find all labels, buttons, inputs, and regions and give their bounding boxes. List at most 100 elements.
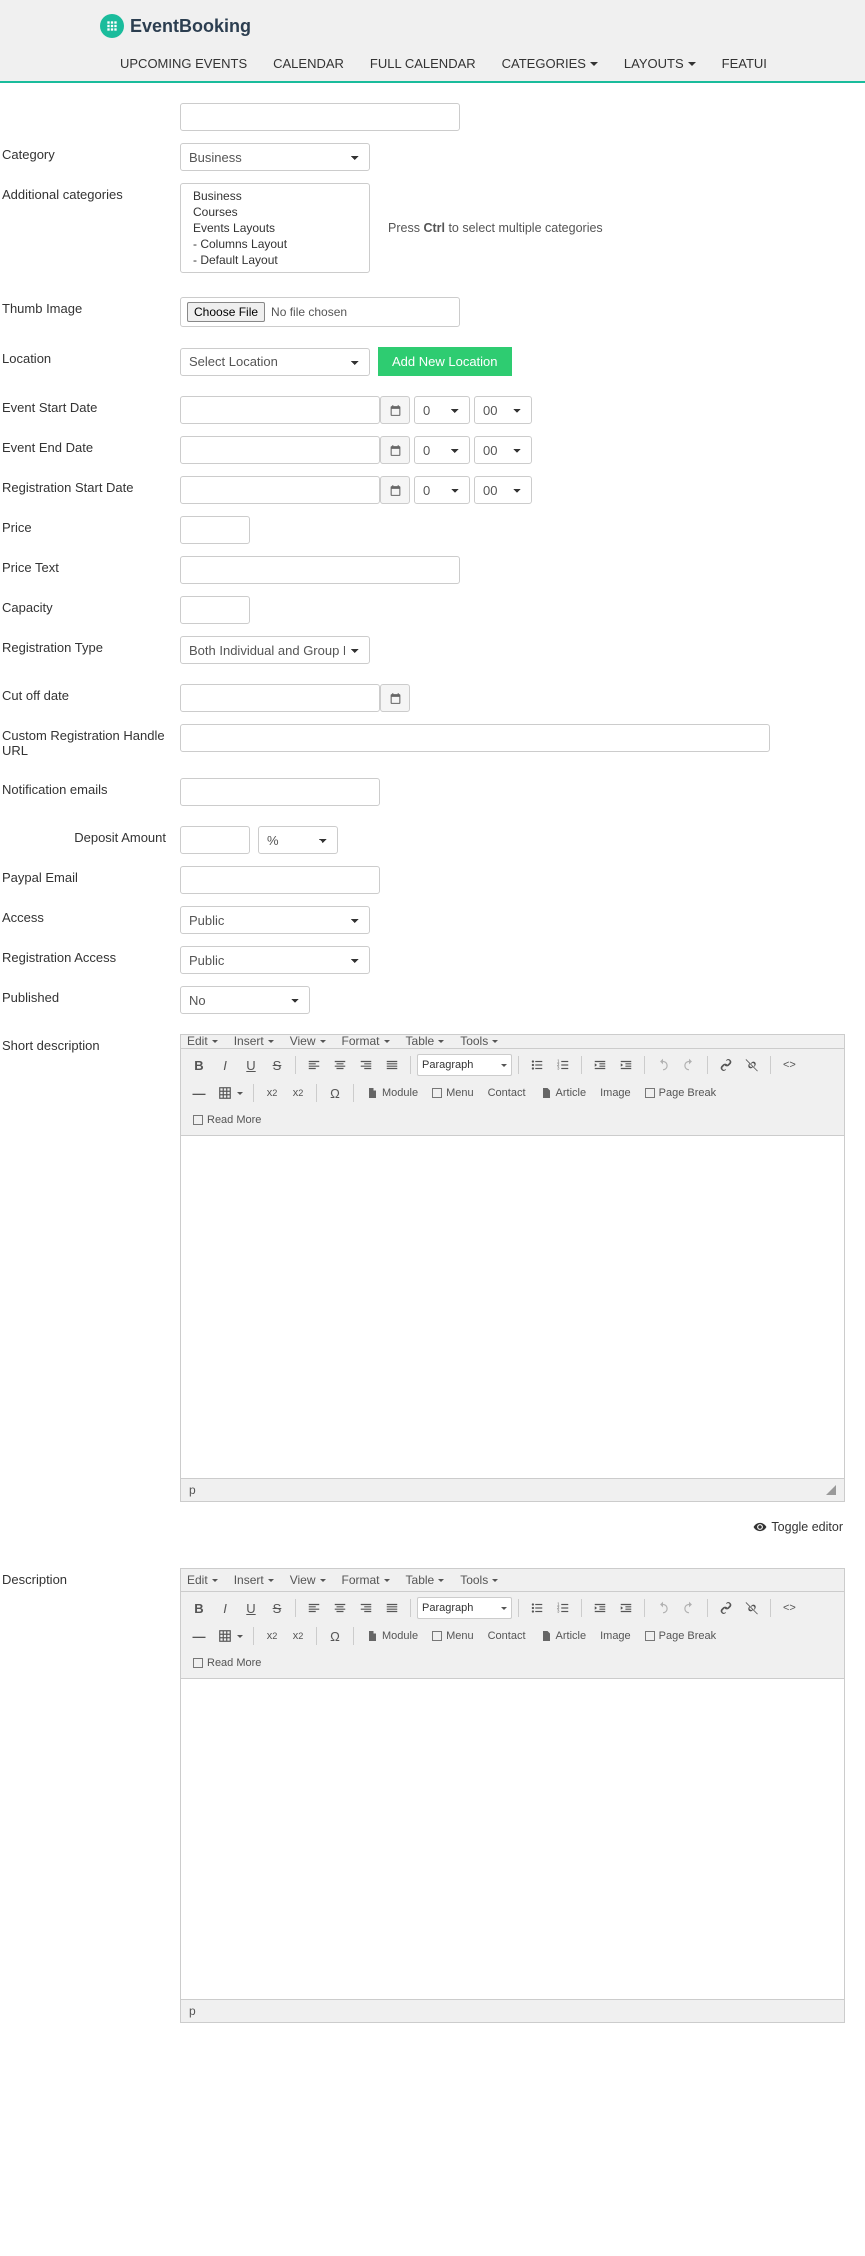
paragraph-select[interactable]: Paragraph (417, 1597, 512, 1619)
special-char-button[interactable]: Ω (323, 1624, 347, 1648)
bold-button[interactable]: B (187, 1053, 211, 1077)
notif-input[interactable] (180, 778, 380, 806)
number-list-button[interactable]: 123 (551, 1596, 575, 1620)
align-center-button[interactable] (328, 1596, 352, 1620)
module-button[interactable]: Module (360, 1082, 424, 1104)
start-min-select[interactable]: 00 (474, 396, 532, 424)
unlink-button[interactable] (740, 1053, 764, 1077)
bullet-list-button[interactable] (525, 1596, 549, 1620)
menu-format[interactable]: Format (342, 1035, 390, 1048)
choose-file-button[interactable]: Choose File (187, 302, 265, 322)
editor-body[interactable] (181, 1679, 844, 1999)
align-left-button[interactable] (302, 1596, 326, 1620)
nav-upcoming[interactable]: UPCOMING EVENTS (120, 56, 247, 71)
code-button[interactable]: <> (777, 1053, 801, 1077)
paypal-input[interactable] (180, 866, 380, 894)
readmore-button[interactable]: Read More (187, 1652, 267, 1674)
price-input[interactable] (180, 516, 250, 544)
table-button[interactable] (213, 1624, 237, 1648)
add-location-button[interactable]: Add New Location (378, 347, 512, 376)
option[interactable]: Events Layouts (181, 220, 369, 236)
align-right-button[interactable] (354, 1053, 378, 1077)
capacity-input[interactable] (180, 596, 250, 624)
hr-button[interactable]: ― (187, 1081, 211, 1105)
access-select[interactable]: Public (180, 906, 370, 934)
menu-edit[interactable]: Edit (187, 1573, 218, 1587)
deposit-amount-input[interactable] (180, 826, 250, 854)
redo-button[interactable] (677, 1053, 701, 1077)
strike-button[interactable]: S (265, 1596, 289, 1620)
end-min-select[interactable]: 00 (474, 436, 532, 464)
deposit-unit-select[interactable]: % (258, 826, 338, 854)
unlink-button[interactable] (740, 1596, 764, 1620)
menu-table[interactable]: Table (406, 1035, 445, 1048)
category-select[interactable]: Business (180, 143, 370, 171)
menu-view[interactable]: View (290, 1573, 326, 1587)
indent-button[interactable] (614, 1596, 638, 1620)
menu-format[interactable]: Format (342, 1573, 390, 1587)
undo-button[interactable] (651, 1053, 675, 1077)
nav-layouts[interactable]: LAYOUTS (624, 56, 696, 71)
resize-handle[interactable] (826, 1485, 836, 1495)
start-hour-select[interactable]: 0 (414, 396, 470, 424)
align-left-button[interactable] (302, 1053, 326, 1077)
menu-table[interactable]: Table (406, 1573, 445, 1587)
reg-type-select[interactable]: Both Individual and Group Registration (180, 636, 370, 664)
number-list-button[interactable]: 123 (551, 1053, 575, 1077)
image-button[interactable]: Image (594, 1082, 637, 1104)
contact-button[interactable]: Contact (482, 1082, 532, 1104)
image-button[interactable]: Image (594, 1625, 637, 1647)
menu-tools[interactable]: Tools (460, 1573, 498, 1587)
align-right-button[interactable] (354, 1596, 378, 1620)
cutoff-date-input[interactable] (180, 684, 380, 712)
readmore-button[interactable]: Read More (187, 1109, 267, 1131)
subscript-button[interactable]: x2 (260, 1081, 284, 1105)
paragraph-select[interactable]: Paragraph (417, 1054, 512, 1076)
published-select[interactable]: No (180, 986, 310, 1014)
superscript-button[interactable]: x2 (286, 1081, 310, 1105)
strike-button[interactable]: S (265, 1053, 289, 1077)
menu-button[interactable]: Menu (426, 1625, 480, 1647)
location-select[interactable]: Select Location (180, 348, 370, 376)
calendar-button[interactable] (380, 476, 410, 504)
end-hour-select[interactable]: 0 (414, 436, 470, 464)
link-button[interactable] (714, 1596, 738, 1620)
underline-button[interactable]: U (239, 1596, 263, 1620)
menu-button[interactable]: Menu (426, 1082, 480, 1104)
menu-insert[interactable]: Insert (234, 1573, 274, 1587)
toggle-editor-link[interactable]: Toggle editor (771, 1520, 843, 1534)
article-button[interactable]: Article (534, 1625, 593, 1647)
menu-insert[interactable]: Insert (234, 1035, 274, 1048)
reg-start-date-input[interactable] (180, 476, 380, 504)
calendar-button[interactable] (380, 684, 410, 712)
price-text-input[interactable] (180, 556, 460, 584)
menu-tools[interactable]: Tools (460, 1035, 498, 1048)
hr-button[interactable]: ― (187, 1624, 211, 1648)
superscript-button[interactable]: x2 (286, 1624, 310, 1648)
align-justify-button[interactable] (380, 1596, 404, 1620)
outdent-button[interactable] (588, 1596, 612, 1620)
bold-button[interactable]: B (187, 1596, 211, 1620)
title-input[interactable] (180, 103, 460, 131)
align-center-button[interactable] (328, 1053, 352, 1077)
editor-body[interactable] (181, 1136, 844, 1478)
option[interactable]: Courses (181, 204, 369, 220)
option[interactable]: - Columns Layout (181, 236, 369, 252)
nav-full-calendar[interactable]: FULL CALENDAR (370, 56, 476, 71)
align-justify-button[interactable] (380, 1053, 404, 1077)
underline-button[interactable]: U (239, 1053, 263, 1077)
undo-button[interactable] (651, 1596, 675, 1620)
nav-categories[interactable]: CATEGORIES (502, 56, 598, 71)
pagebreak-button[interactable]: Page Break (639, 1082, 722, 1104)
italic-button[interactable]: I (213, 1053, 237, 1077)
custom-url-input[interactable] (180, 724, 770, 752)
event-end-date-input[interactable] (180, 436, 380, 464)
contact-button[interactable]: Contact (482, 1625, 532, 1647)
outdent-button[interactable] (588, 1053, 612, 1077)
additional-categories-select[interactable]: Business Courses Events Layouts - Column… (180, 183, 370, 273)
menu-edit[interactable]: Edit (187, 1035, 218, 1048)
nav-calendar[interactable]: CALENDAR (273, 56, 344, 71)
link-button[interactable] (714, 1053, 738, 1077)
menu-view[interactable]: View (290, 1035, 326, 1048)
reg-access-select[interactable]: Public (180, 946, 370, 974)
